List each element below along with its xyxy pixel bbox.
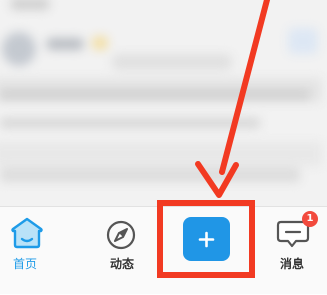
blurred-block xyxy=(288,28,318,54)
annotation-highlight-box xyxy=(157,200,255,278)
blurred-block xyxy=(0,142,322,166)
blurred-feed-content xyxy=(0,0,327,206)
tab-home-label: 首页 xyxy=(12,257,37,271)
tab-messages[interactable]: 1 消息 xyxy=(262,207,322,295)
compass-icon xyxy=(105,219,137,255)
blurred-layer xyxy=(0,0,327,206)
tab-dynamic-label: 动态 xyxy=(109,257,134,271)
unread-badge: 1 xyxy=(302,211,318,227)
blurred-avatar xyxy=(2,32,36,66)
tab-home[interactable]: 首页 xyxy=(0,207,56,295)
blurred-block xyxy=(112,54,232,70)
blurred-block xyxy=(10,0,50,10)
tab-dynamic[interactable]: 动态 xyxy=(92,207,152,295)
blurred-block xyxy=(0,90,310,100)
tab-messages-label: 消息 xyxy=(279,257,304,271)
blurred-block xyxy=(0,118,260,128)
blurred-block xyxy=(92,36,108,50)
blurred-block xyxy=(0,168,300,182)
home-icon xyxy=(10,217,44,253)
blurred-block xyxy=(46,38,84,50)
